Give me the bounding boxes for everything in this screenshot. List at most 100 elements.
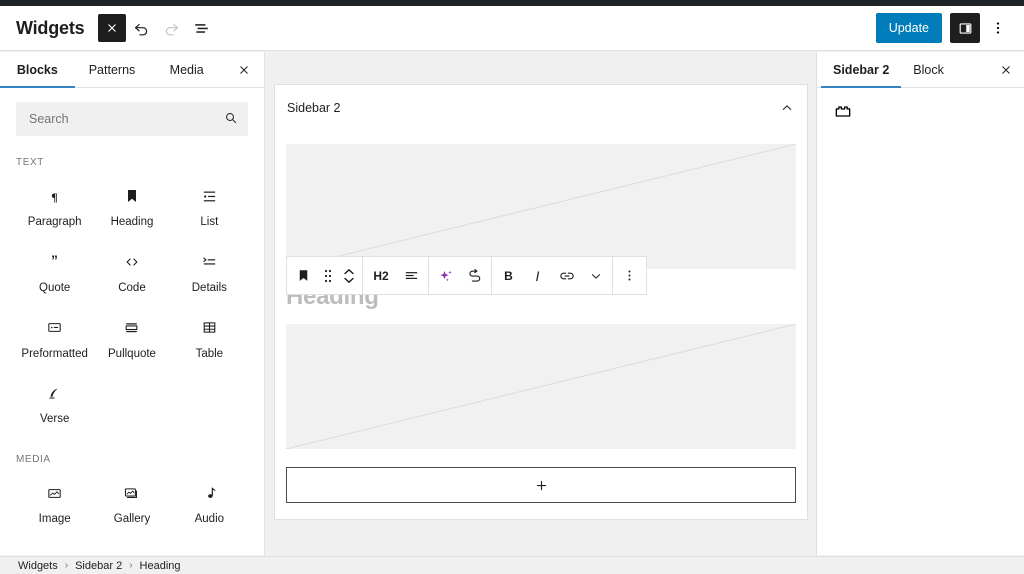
move-updown-buttons[interactable]	[338, 257, 360, 294]
settings-close-button[interactable]	[988, 52, 1024, 87]
plus-icon	[536, 480, 546, 490]
breadcrumb-item-widgets[interactable]: Widgets	[18, 560, 58, 572]
block-item-gallery[interactable]: Gallery	[93, 467, 170, 533]
block-item-table[interactable]: Table	[171, 302, 248, 368]
breadcrumb-bar: Widgets › Sidebar 2 › Heading	[0, 556, 1024, 574]
add-block-appender[interactable]	[286, 467, 796, 503]
block-placeholder-bottom[interactable]	[286, 324, 796, 449]
breadcrumb-separator: ›	[64, 560, 69, 571]
kebab-menu-icon	[628, 270, 631, 281]
audio-icon	[201, 481, 218, 505]
bookmark-icon	[299, 270, 308, 281]
toolbar-group-heading: H2	[363, 257, 429, 294]
settings-body	[817, 88, 1024, 139]
italic-button[interactable]: I	[523, 257, 552, 294]
block-item-audio[interactable]: Audio	[171, 467, 248, 533]
block-label: Code	[118, 281, 146, 294]
editor-header: Widgets Update	[0, 6, 1024, 51]
tab-sidebar-2[interactable]: Sidebar 2	[821, 52, 901, 88]
tab-blocks[interactable]: Blocks	[0, 52, 75, 88]
block-label: Details	[191, 281, 227, 294]
search-input[interactable]	[16, 102, 248, 136]
tab-media[interactable]: Media	[149, 52, 224, 88]
quote-icon: ”	[46, 250, 63, 274]
settings-toggle-button[interactable]	[950, 13, 980, 43]
category-label-media: MEDIA	[16, 454, 51, 466]
close-icon	[1002, 65, 1010, 74]
widget-area-title: Sidebar 2	[287, 101, 341, 115]
editor-canvas: Sidebar 2 Heading	[266, 52, 816, 555]
update-button[interactable]: Update	[875, 13, 942, 43]
heading-level-button[interactable]: H2	[365, 257, 397, 294]
block-label: Preformatted	[21, 347, 88, 360]
ai-assistant-button[interactable]	[431, 257, 460, 294]
close-button[interactable]	[98, 14, 127, 42]
widget-area-header: Sidebar 2	[275, 85, 807, 131]
block-options-button[interactable]	[615, 257, 644, 294]
svg-text:”: ”	[51, 253, 58, 268]
paragraph-icon: ¶	[46, 184, 63, 208]
block-label: Table	[195, 347, 224, 360]
tab-block[interactable]: Block	[901, 52, 956, 88]
table-icon	[201, 316, 218, 340]
undo-icon	[134, 23, 148, 35]
inserter-close-button[interactable]	[224, 52, 264, 87]
toolbar-group-block	[287, 257, 363, 294]
inserter-body: TEXT ¶ Paragraph Heading	[0, 88, 264, 555]
close-icon	[108, 24, 117, 32]
more-rich-text-button[interactable]	[581, 257, 610, 294]
block-item-list[interactable]: List	[171, 170, 248, 236]
block-item-verse[interactable]: Verse	[16, 367, 93, 433]
settings-tabs: Sidebar 2 Block	[817, 52, 1024, 88]
heading-icon	[124, 184, 140, 208]
block-grid-media: Image Gallery Audio	[16, 467, 248, 533]
sidebar-panel-icon	[959, 22, 971, 34]
block-placeholder-top[interactable]	[286, 144, 796, 269]
block-item-quote[interactable]: ” Quote	[16, 236, 93, 302]
block-item-image[interactable]: Image	[16, 467, 93, 533]
close-icon	[240, 65, 248, 74]
drag-handle-icon	[324, 269, 332, 282]
collapse-chevron-icon[interactable]	[779, 100, 795, 116]
widget-area-card: Sidebar 2 Heading	[274, 84, 808, 520]
link-button[interactable]	[552, 257, 581, 294]
chevron-down-icon	[591, 273, 600, 279]
editor-options-button[interactable]	[984, 13, 1012, 43]
block-label: Paragraph	[27, 216, 82, 228]
kebab-menu-icon	[996, 22, 1000, 34]
details-icon	[201, 250, 218, 274]
block-item-code[interactable]: Code	[93, 236, 170, 302]
block-item-pullquote[interactable]: Pullquote	[93, 302, 170, 368]
block-type-heading-button[interactable]	[289, 257, 318, 294]
category-label-text: TEXT	[16, 157, 44, 168]
list-view-button[interactable]	[186, 13, 216, 43]
block-inserter-panel: Blocks Patterns Media TEXT	[0, 52, 265, 555]
bold-button[interactable]: B	[494, 257, 523, 294]
block-item-details[interactable]: Details	[171, 236, 248, 302]
tab-patterns[interactable]: Patterns	[75, 52, 150, 88]
align-text-button[interactable]	[397, 257, 426, 294]
block-item-paragraph[interactable]: ¶ Paragraph	[16, 170, 93, 236]
align-left-icon	[405, 272, 418, 279]
redo-button[interactable]	[156, 13, 186, 43]
block-label: List	[200, 216, 219, 228]
breadcrumb-item-heading[interactable]: Heading	[140, 560, 181, 572]
link-icon	[559, 272, 574, 279]
verse-icon	[46, 381, 63, 405]
block-item-heading[interactable]: Heading	[93, 170, 170, 236]
gallery-icon	[123, 481, 140, 505]
toolbar-group-format: B I	[492, 257, 613, 294]
code-icon	[123, 250, 141, 274]
redo-icon	[165, 23, 178, 35]
image-icon	[46, 481, 63, 505]
pullquote-icon	[123, 316, 140, 340]
drag-handle-button[interactable]	[318, 257, 338, 294]
breadcrumb-separator: ›	[129, 560, 133, 571]
breadcrumb-item-sidebar-2[interactable]: Sidebar 2	[75, 560, 122, 572]
widgets-editor: Widgets Update Blocks Patterns Media Sea…	[0, 0, 1024, 574]
transform-button[interactable]	[460, 257, 489, 294]
list-icon	[201, 184, 218, 208]
block-item-preformatted[interactable]: Preformatted	[16, 302, 93, 368]
inserter-tabs: Blocks Patterns Media	[0, 52, 264, 88]
undo-button[interactable]	[126, 13, 156, 43]
